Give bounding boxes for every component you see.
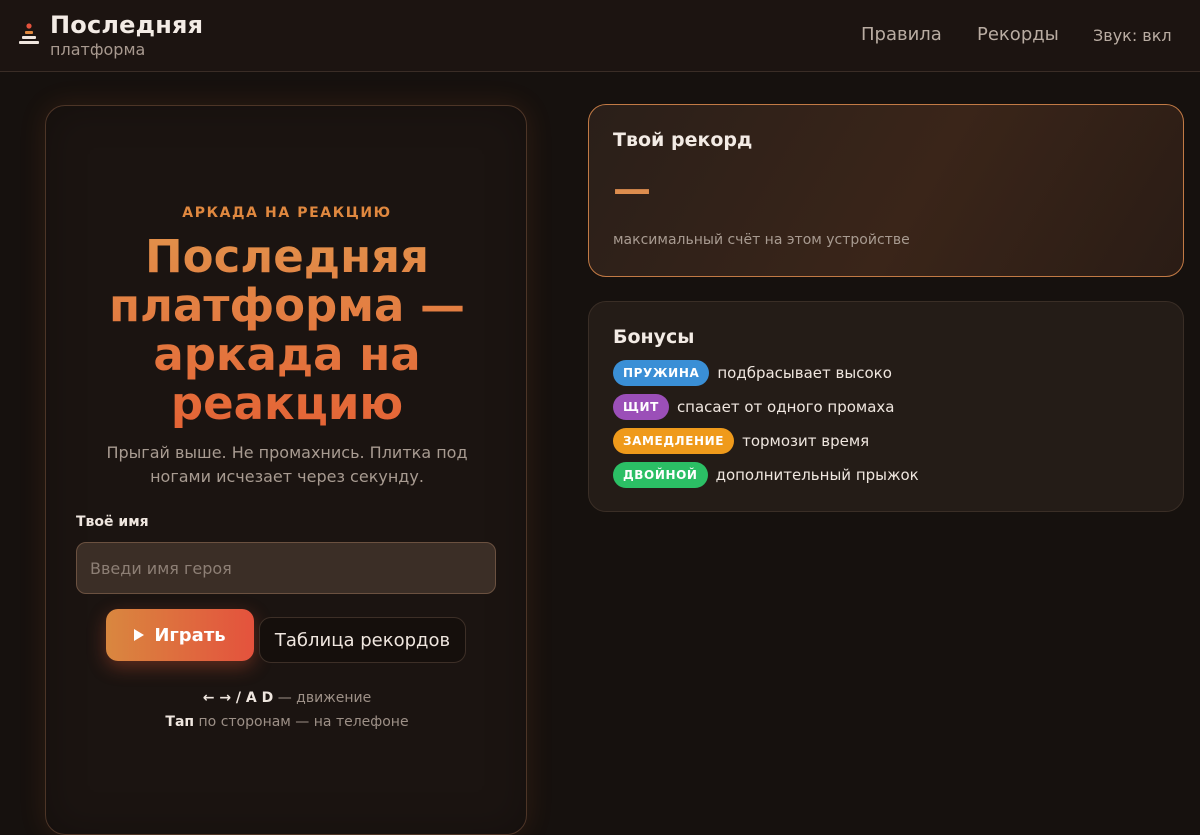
hint-keys: ← → / A D	[202, 690, 274, 706]
hero-kicker: АРКАДА НА РЕАКЦИЮ	[182, 205, 392, 221]
brand-title: Последняя	[50, 11, 204, 39]
brand-subtitle: платформа	[50, 40, 146, 59]
nav-records-link[interactable]: Рекорды	[977, 24, 1059, 45]
bonus-badge-slowdown: ЗАМЕДЛЕНИЕ	[613, 428, 735, 454]
bonus-description: спасает от одного промаха	[676, 398, 895, 416]
controls-hint-keyboard: ← → / A D — движение	[46, 690, 528, 706]
bonuses-title: Бонусы	[613, 326, 695, 348]
bonus-description: подбрасывает высоко	[717, 364, 892, 382]
start-panel: АРКАДА НА РЕАКЦИЮ Последняя платформа — …	[45, 105, 527, 835]
name-label: Твоё имя	[76, 514, 149, 530]
bonus-badge-shield: ЩИТ	[613, 394, 669, 420]
hint-tap-text: по сторонам — на телефоне	[194, 714, 409, 730]
play-button[interactable]: Играть	[106, 609, 254, 661]
controls-hint-touch: Тап по сторонам — на телефоне	[46, 714, 528, 730]
play-button-label: Играть	[154, 624, 226, 646]
hint-keys-text: — движение	[273, 690, 372, 706]
hint-tap: Тап	[165, 714, 195, 730]
bonus-description: тормозит время	[742, 432, 870, 450]
stack-tower-icon	[19, 23, 39, 44]
best-score-card: Твой рекорд — максимальный счёт на этом …	[588, 104, 1184, 277]
best-score-value: —	[613, 167, 651, 211]
bonus-item: ЩИТ спасает от одного промаха	[613, 394, 894, 420]
play-icon	[134, 629, 145, 641]
sound-toggle[interactable]: Звук: вкл	[1093, 26, 1172, 45]
hero-description: Прыгай выше. Не промахнись. Плитка под н…	[106, 443, 468, 486]
leaderboard-button[interactable]: Таблица рекордов	[259, 617, 466, 663]
bonus-item: ПРУЖИНА подбрасывает высоко	[613, 360, 892, 386]
hero-title: Последняя платформа — аркада на реакцию	[46, 232, 528, 428]
bonus-item: ДВОЙНОЙ дополнительный прыжок	[613, 462, 919, 488]
bonus-description: дополнительный прыжок	[715, 466, 919, 484]
bonus-badge-double: ДВОЙНОЙ	[613, 462, 708, 488]
top-header: Последняя платформа Правила Рекорды Звук…	[0, 0, 1200, 72]
player-name-input[interactable]	[76, 542, 496, 594]
bonuses-card: Бонусы ПРУЖИНА подбрасывает высоко ЩИТ с…	[588, 301, 1184, 512]
bonus-item: ЗАМЕДЛЕНИЕ тормозит время	[613, 428, 869, 454]
nav-rules-link[interactable]: Правила	[861, 24, 942, 45]
best-score-title: Твой рекорд	[613, 129, 753, 151]
best-score-caption: максимальный счёт на этом устройстве	[613, 232, 910, 248]
bonus-badge-spring: ПРУЖИНА	[613, 360, 710, 386]
